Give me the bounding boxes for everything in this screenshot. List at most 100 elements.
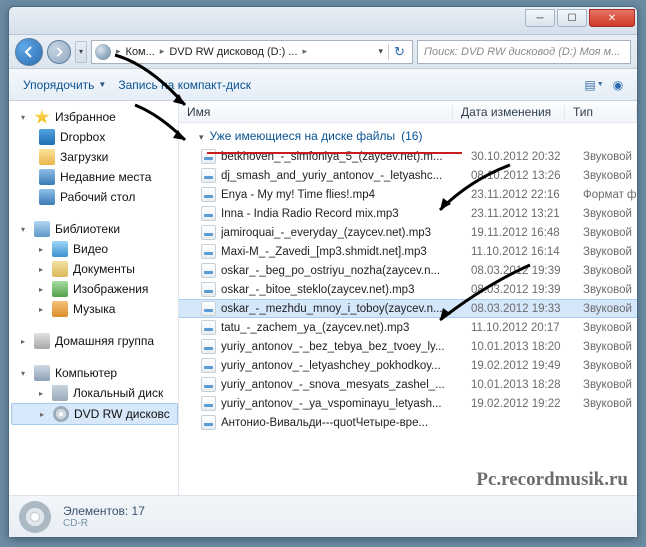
file-type: Звуковой [583, 303, 632, 315]
breadcrumb-chevron-icon[interactable]: ▸ [301, 46, 310, 57]
nav-images[interactable]: ▸Изображения [11, 279, 178, 299]
file-row[interactable]: dj_smash_and_yuriy_antonov_-_letyashc...… [179, 166, 637, 185]
file-icon [201, 263, 216, 278]
file-name: yuriy_antonov_-_bez_tebya_bez_tvoey_ly..… [221, 341, 471, 353]
file-row[interactable]: tatu_-_zachem_ya_(zaycev.net).mp311.10.2… [179, 318, 637, 337]
file-row[interactable]: oskar_-_mezhdu_mnoy_i_toboy(zaycev.n...0… [179, 299, 637, 318]
hdd-icon [52, 385, 68, 401]
view-options-button[interactable]: ▤▼ [583, 74, 605, 96]
file-name: Антонио-Вивальди---quotЧетыре-вре... [221, 417, 471, 429]
file-icon [201, 206, 216, 221]
file-name: Enya - My my! Time flies!.mp4 [221, 189, 471, 201]
file-icon [201, 415, 216, 430]
forward-button[interactable] [47, 40, 71, 64]
homegroup-icon [34, 333, 50, 349]
burn-disc-button[interactable]: Запись на компакт-диск [112, 75, 257, 95]
file-type: Звуковой [583, 246, 632, 258]
file-icon [201, 282, 216, 297]
minimize-button[interactable]: ─ [525, 9, 555, 27]
nav-libraries[interactable]: ▾Библиотеки [11, 219, 178, 239]
file-list: betkhoven_-_simfoniya_5_(zaycev.net).m..… [179, 147, 637, 432]
status-bar: Элементов: 17 CD-R [9, 495, 637, 537]
file-type: Звуковой [583, 341, 632, 353]
computer-icon [34, 365, 50, 381]
video-icon [52, 241, 68, 257]
breadcrumb-chevron-icon[interactable]: ▸ [158, 46, 167, 57]
file-row[interactable]: yuriy_antonov_-_letyashchey_pokhodkoy...… [179, 356, 637, 375]
file-type: Звуковой [583, 284, 632, 296]
file-date: 08.03.2012 19:33 [471, 303, 583, 315]
media-type-label: CD-R [63, 518, 145, 529]
music-icon [52, 301, 68, 317]
search-input[interactable]: Поиск: DVD RW дисковод (D:) Моя м... [417, 40, 631, 64]
file-date: 19.02.2012 19:49 [471, 360, 583, 372]
address-dropdown[interactable]: ▾ [373, 46, 388, 57]
history-dropdown[interactable]: ▾ [75, 41, 87, 63]
file-name: yuriy_antonov_-_snova_mesyats_zashel_... [221, 379, 471, 391]
file-type: Звуковой [583, 379, 632, 391]
toolbar: Упорядочить▼ Запись на компакт-диск ▤▼ ◉ [9, 69, 637, 101]
column-date[interactable]: Дата изменения [453, 105, 565, 119]
file-row[interactable]: yuriy_antonov_-_snova_mesyats_zashel_...… [179, 375, 637, 394]
nav-computer[interactable]: ▾Компьютер [11, 363, 178, 383]
address-bar[interactable]: ▸ Ком... ▸ DVD RW дисковод (D:) ... ▸ ▾ … [91, 40, 413, 64]
nav-documents[interactable]: ▸Документы [11, 259, 178, 279]
file-name: oskar_-_mezhdu_mnoy_i_toboy(zaycev.n... [221, 303, 471, 315]
organize-menu[interactable]: Упорядочить▼ [17, 75, 112, 95]
file-row[interactable]: oskar_-_bitoe_steklo(zaycev.net).mp308.0… [179, 280, 637, 299]
file-row[interactable]: Inna - India Radio Record mix.mp323.11.2… [179, 204, 637, 223]
maximize-button[interactable]: ☐ [557, 9, 587, 27]
group-header[interactable]: ▾ Уже имеющиеся на диске файлы (16) [179, 123, 637, 147]
file-row[interactable]: Enya - My my! Time flies!.mp423.11.2012 … [179, 185, 637, 204]
watermark: Pc.recordmusik.ru [476, 469, 628, 491]
nav-downloads[interactable]: Загрузки [11, 147, 178, 167]
nav-favorites[interactable]: ▾Избранное [11, 107, 178, 127]
file-type: Звуковой [583, 360, 632, 372]
breadcrumb-computer[interactable]: Ком... [123, 46, 158, 58]
file-row[interactable]: Maxi-M_-_Zavedi_[mp3.shmidt.net].mp311.1… [179, 242, 637, 261]
file-name: tatu_-_zachem_ya_(zaycev.net).mp3 [221, 322, 471, 334]
file-date: 08.03.2012 19:39 [471, 284, 583, 296]
nav-dvd-drive[interactable]: ▸DVD RW дисковс [11, 403, 178, 425]
nav-desktop[interactable]: Рабочий стол [11, 187, 178, 207]
nav-video[interactable]: ▸Видео [11, 239, 178, 259]
file-row[interactable]: betkhoven_-_simfoniya_5_(zaycev.net).m..… [179, 147, 637, 166]
dropbox-icon [39, 129, 55, 145]
file-icon [201, 339, 216, 354]
refresh-button[interactable]: ↻ [388, 44, 410, 60]
file-row[interactable]: oskar_-_beg_po_ostriyu_nozha(zaycev.n...… [179, 261, 637, 280]
file-row[interactable]: yuriy_antonov_-_ya_vspominayu_letyash...… [179, 394, 637, 413]
file-icon [201, 377, 216, 392]
file-row[interactable]: Антонио-Вивальди---quotЧетыре-вре... [179, 413, 637, 432]
navbar: ▾ ▸ Ком... ▸ DVD RW дисковод (D:) ... ▸ … [9, 35, 637, 69]
file-icon [201, 301, 216, 316]
file-date: 10.01.2013 18:28 [471, 379, 583, 391]
nav-homegroup[interactable]: ▸Домашняя группа [11, 331, 178, 351]
column-name[interactable]: Имя [179, 105, 453, 119]
documents-icon [52, 261, 68, 277]
file-icon [201, 244, 216, 259]
nav-recent[interactable]: Недавние места [11, 167, 178, 187]
breadcrumb-drive[interactable]: DVD RW дисковод (D:) ... [166, 46, 300, 58]
recent-icon [39, 169, 55, 185]
file-type: Звуковой [583, 398, 632, 410]
search-placeholder: Поиск: DVD RW дисковод (D:) Моя м... [424, 46, 624, 58]
breadcrumb-chevron-icon[interactable]: ▸ [114, 46, 123, 57]
column-type[interactable]: Тип [565, 105, 637, 119]
file-row[interactable]: yuriy_antonov_-_bez_tebya_bez_tvoey_ly..… [179, 337, 637, 356]
nav-local-disk[interactable]: ▸Локальный диск [11, 383, 178, 403]
nav-music[interactable]: ▸Музыка [11, 299, 178, 319]
file-row[interactable]: jamiroquai_-_everyday_(zaycev.net).mp319… [179, 223, 637, 242]
nav-dropbox[interactable]: Dropbox [11, 127, 178, 147]
file-icon [201, 187, 216, 202]
back-button[interactable] [15, 38, 43, 66]
file-name: dj_smash_and_yuriy_antonov_-_letyashc... [221, 170, 471, 182]
file-name: jamiroquai_-_everyday_(zaycev.net).mp3 [221, 227, 471, 239]
file-name: yuriy_antonov_-_ya_vspominayu_letyash... [221, 398, 471, 410]
disc-icon [19, 501, 51, 533]
file-date: 10.01.2013 18:20 [471, 341, 583, 353]
help-button[interactable]: ◉ [607, 74, 629, 96]
file-name: oskar_-_bitoe_steklo(zaycev.net).mp3 [221, 284, 471, 296]
close-button[interactable]: ✕ [589, 9, 635, 27]
annotation-underline [207, 152, 462, 154]
